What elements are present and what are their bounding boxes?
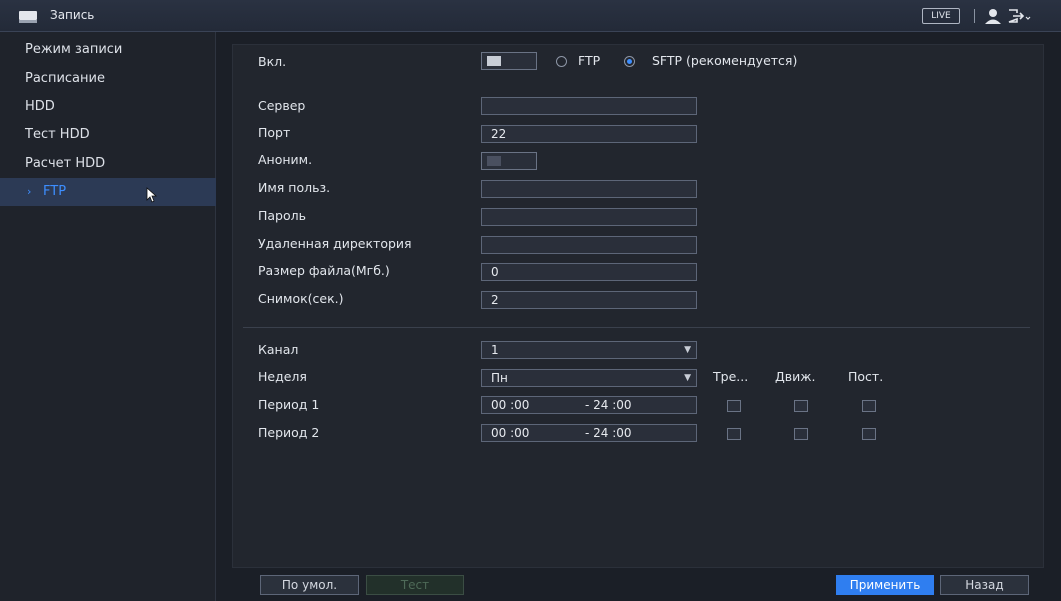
sidebar-item-ftp[interactable]: › FTP xyxy=(0,178,216,206)
protocol-label-sftp: SFTP (рекомендуется) xyxy=(652,53,798,68)
protocol-radio-ftp[interactable] xyxy=(556,56,567,67)
logout-icon[interactable] xyxy=(1007,8,1031,24)
live-button[interactable]: LIVE xyxy=(922,8,960,24)
default-button[interactable]: По умол. xyxy=(260,575,359,595)
toolbar-separator xyxy=(974,9,975,23)
title-bar: Запись LIVE xyxy=(0,0,1061,32)
username-input[interactable] xyxy=(481,180,697,198)
channel-select[interactable]: 1 ▼ xyxy=(481,341,697,359)
period-1-end: - 24 :00 xyxy=(585,398,632,412)
mouse-cursor-icon xyxy=(146,187,158,203)
column-alarm-header: Тре... xyxy=(713,369,749,384)
sidebar-item-hdd-calc[interactable]: Расчет HDD xyxy=(0,150,216,178)
username-label: Имя польз. xyxy=(258,180,331,195)
protocol-label-ftp: FTP xyxy=(578,53,601,68)
period-1-start: 00 :00 xyxy=(491,398,530,412)
period-2-alarm-checkbox[interactable] xyxy=(727,428,741,440)
enable-toggle[interactable] xyxy=(481,52,537,70)
file-size-label: Размер файла(Мгб.) xyxy=(258,263,390,278)
chevron-down-icon: ▼ xyxy=(684,373,691,383)
period-1-label: Период 1 xyxy=(258,397,320,412)
snapshot-input[interactable]: 2 xyxy=(481,291,697,309)
period-2-end: - 24 :00 xyxy=(585,426,632,440)
file-size-input[interactable]: 0 xyxy=(481,263,697,281)
period-2-start: 00 :00 xyxy=(491,426,530,440)
column-motion-header: Движ. xyxy=(775,369,816,384)
chevron-right-icon: › xyxy=(27,185,32,198)
snapshot-label: Снимок(сек.) xyxy=(258,291,344,306)
password-label: Пароль xyxy=(258,208,306,223)
protocol-radio-sftp[interactable] xyxy=(624,56,635,67)
page-title: Запись xyxy=(50,8,95,22)
remote-directory-label: Удаленная директория xyxy=(258,236,412,251)
sidebar-item-label: Режим записи xyxy=(25,42,123,57)
period-1-motion-checkbox[interactable] xyxy=(794,400,808,412)
test-button[interactable]: Тест xyxy=(366,575,464,595)
period-2-regular-checkbox[interactable] xyxy=(862,428,876,440)
section-divider xyxy=(243,327,1030,328)
apply-button[interactable]: Применить xyxy=(836,575,934,595)
sidebar-item-label: HDD xyxy=(25,99,55,114)
anonymous-label: Аноним. xyxy=(258,152,313,167)
sidebar-item-label: Расписание xyxy=(25,71,105,86)
period-2-label: Период 2 xyxy=(258,425,320,440)
sidebar-item-record-mode[interactable]: Режим записи xyxy=(0,36,216,64)
hdd-icon xyxy=(19,11,37,23)
user-icon[interactable] xyxy=(984,8,1002,24)
password-input[interactable] xyxy=(481,208,697,226)
anonymous-toggle[interactable] xyxy=(481,152,537,170)
sidebar-item-label: FTP xyxy=(43,184,67,199)
sidebar: Режим записи Расписание HDD Тест HDD Рас… xyxy=(0,32,216,601)
channel-label: Канал xyxy=(258,342,299,357)
period-1-time-input[interactable]: 00 :00 - 24 :00 xyxy=(481,396,697,414)
week-select[interactable]: Пн ▼ xyxy=(481,369,697,387)
enable-label: Вкл. xyxy=(258,54,287,69)
port-label: Порт xyxy=(258,125,291,140)
sidebar-item-label: Расчет HDD xyxy=(25,156,106,171)
period-2-motion-checkbox[interactable] xyxy=(794,428,808,440)
channel-value: 1 xyxy=(491,343,499,357)
port-input[interactable]: 22 xyxy=(481,125,697,143)
period-1-alarm-checkbox[interactable] xyxy=(727,400,741,412)
period-2-time-input[interactable]: 00 :00 - 24 :00 xyxy=(481,424,697,442)
sidebar-item-label: Тест HDD xyxy=(25,127,90,142)
sidebar-item-hdd[interactable]: HDD xyxy=(0,93,216,121)
sidebar-item-schedule[interactable]: Расписание xyxy=(0,65,216,93)
toggle-knob xyxy=(487,156,501,166)
remote-directory-input[interactable] xyxy=(481,236,697,254)
sidebar-item-hdd-test[interactable]: Тест HDD xyxy=(0,121,216,149)
back-button[interactable]: Назад xyxy=(940,575,1029,595)
server-label: Сервер xyxy=(258,98,306,113)
column-regular-header: Пост. xyxy=(848,369,884,384)
toggle-knob xyxy=(487,56,501,66)
server-input[interactable] xyxy=(481,97,697,115)
week-label: Неделя xyxy=(258,369,307,384)
week-value: Пн xyxy=(491,371,508,385)
chevron-down-icon: ▼ xyxy=(684,345,691,355)
period-1-regular-checkbox[interactable] xyxy=(862,400,876,412)
